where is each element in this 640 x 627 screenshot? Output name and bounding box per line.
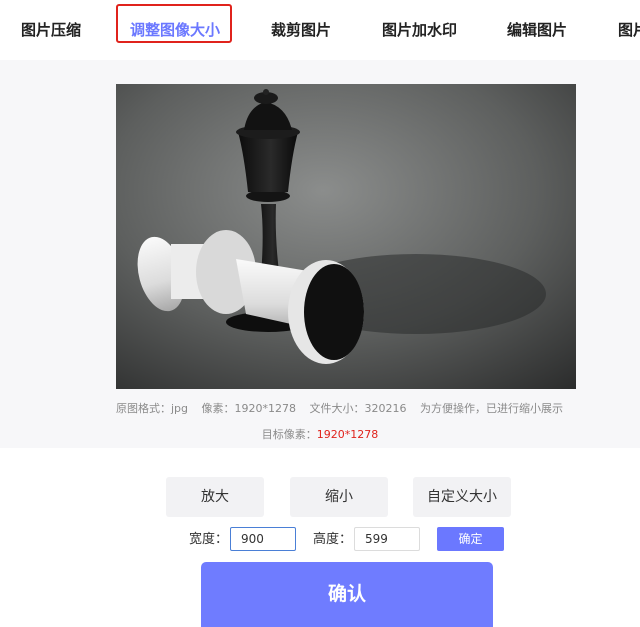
width-label: 宽度：	[189, 532, 229, 547]
custom-size-button[interactable]: 自定义大小	[413, 477, 511, 517]
confirm-button[interactable]: 确认	[201, 562, 493, 627]
preview-note: 为方便操作，已进行缩小展示	[420, 402, 564, 415]
apply-size-button[interactable]: 确定	[437, 527, 504, 551]
height-input[interactable]	[354, 527, 420, 551]
image-pixels: 像素：1920*1278	[201, 402, 297, 415]
tab-edit-image[interactable]: 编辑图片	[507, 18, 567, 42]
image-preview	[116, 84, 576, 389]
tab-more-image[interactable]: 图片	[618, 18, 640, 42]
tab-image-compress[interactable]: 图片压缩	[21, 18, 81, 42]
image-filesize: 文件大小：320216	[309, 402, 407, 415]
tab-watermark-image[interactable]: 图片加水印	[382, 18, 457, 42]
image-format: 原图格式：jpg	[116, 402, 189, 415]
height-label: 高度：	[313, 532, 353, 547]
image-info: 原图格式：jpg 像素：1920*1278 文件大小：320216 为方便操作，…	[116, 400, 586, 416]
target-pixels-label: 目标像素：	[261, 428, 317, 441]
enlarge-button[interactable]: 放大	[166, 477, 264, 517]
top-nav: 图片压缩 调整图像大小 裁剪图片 图片加水印 编辑图片 图片	[0, 0, 640, 60]
target-pixels: 目标像素：1920*1278	[0, 426, 640, 442]
shrink-button[interactable]: 缩小	[290, 477, 388, 517]
width-input[interactable]	[230, 527, 296, 551]
target-pixels-value: 1920*1278	[316, 428, 379, 441]
tab-crop-image[interactable]: 裁剪图片	[271, 18, 331, 42]
active-tab-highlight	[116, 4, 232, 43]
